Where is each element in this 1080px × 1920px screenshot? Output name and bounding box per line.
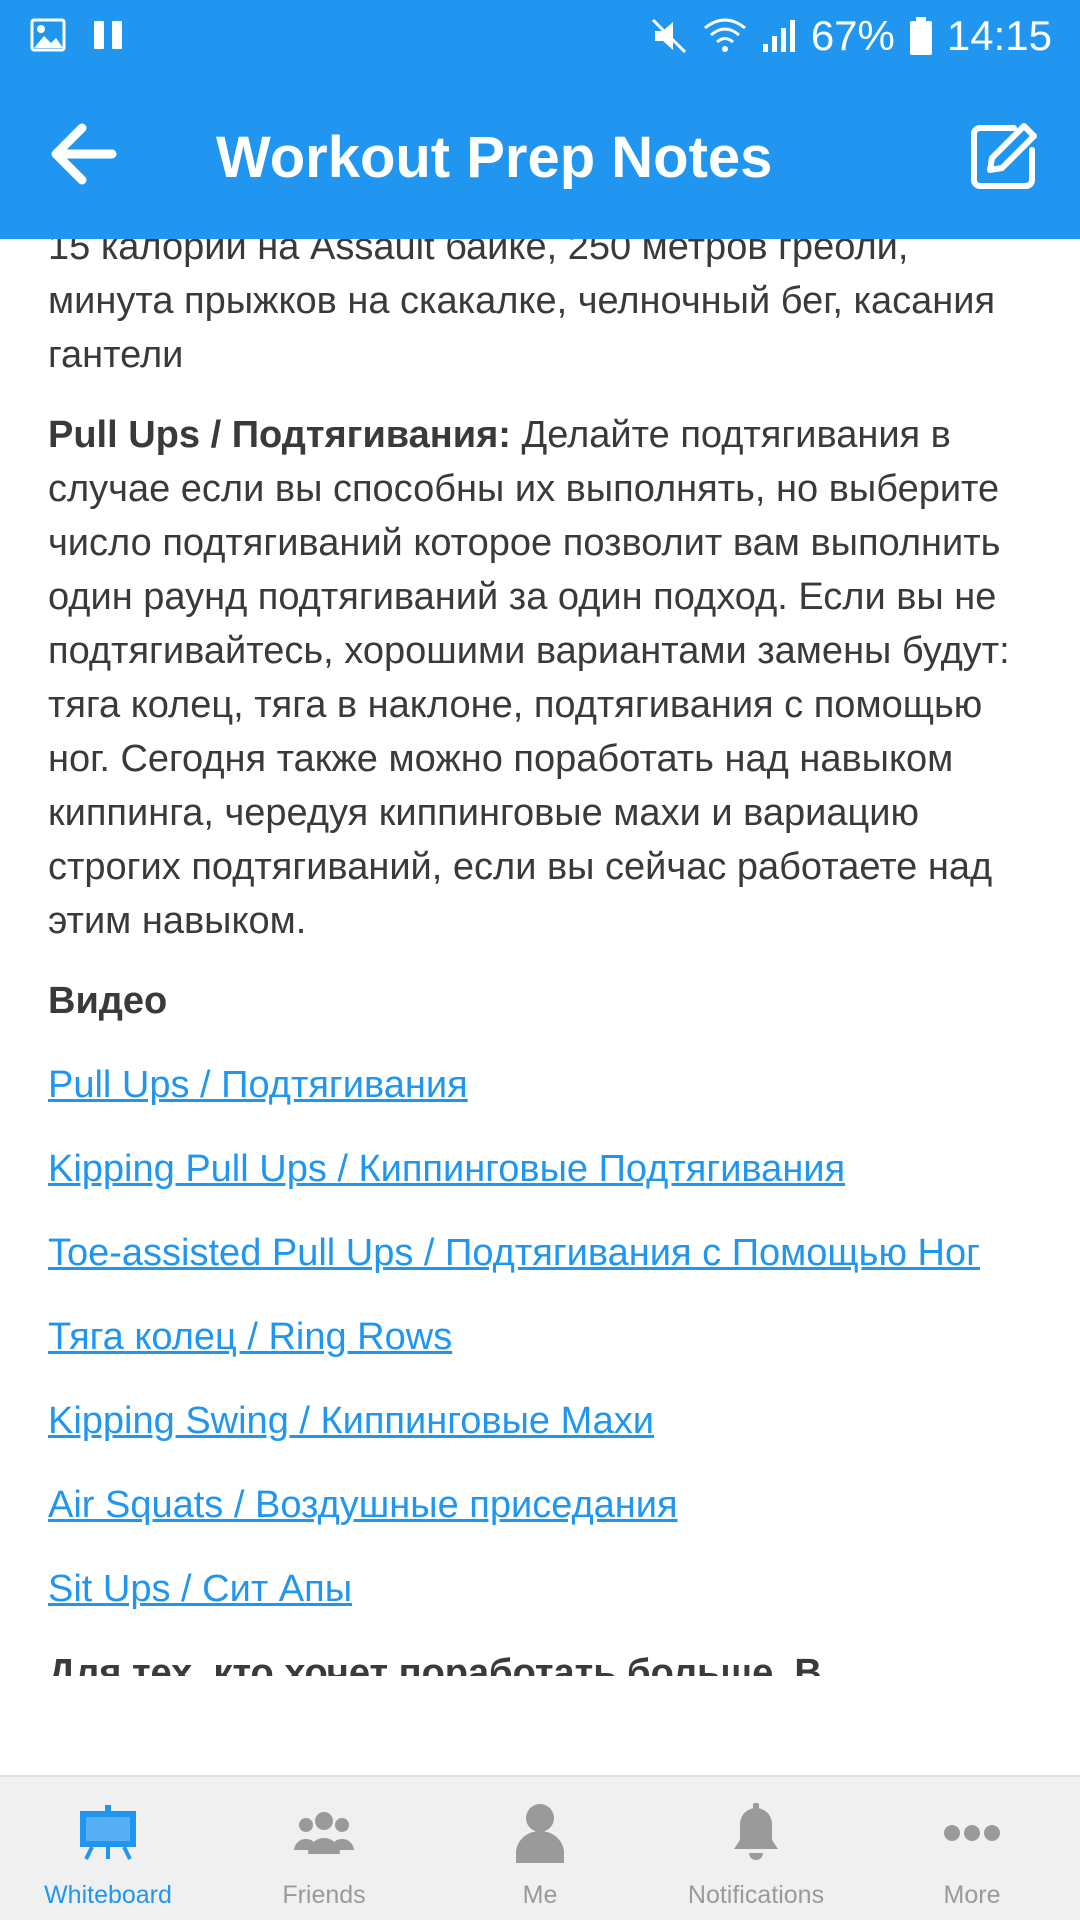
video-link-toe-assisted-pull-ups[interactable]: Toe-assisted Pull Ups / Подтягивания с П… — [48, 1226, 1038, 1280]
more-icon — [936, 1797, 1008, 1869]
arrow-left-icon — [51, 123, 117, 185]
nav-friends-label: Friends — [282, 1881, 366, 1909]
wifi-icon — [703, 16, 747, 56]
cutoff-paragraph: Для тех, кто хочет поработать больше. В — [48, 1652, 822, 1676]
page-title: Workout Prep Notes — [216, 125, 773, 190]
person-icon — [504, 1797, 576, 1869]
battery-percent: 67% — [810, 12, 895, 59]
battery-icon — [909, 16, 933, 56]
video-link-kipping-swing[interactable]: Kipping Swing / Киппинговые Махи — [48, 1394, 1038, 1448]
pullups-paragraph: Pull Ups / Подтягивания: Делайте подтяги… — [48, 408, 1038, 948]
pullups-label: Pull Ups / Подтягивания: — [48, 414, 511, 456]
video-link-ring-rows[interactable]: Тяга колец / Ring Rows — [48, 1310, 1038, 1364]
video-link-kipping-pull-ups[interactable]: Kipping Pull Ups / Киппинговые Подтягива… — [48, 1142, 1038, 1196]
clock: 14:15 — [946, 12, 1052, 59]
back-button[interactable] — [48, 122, 118, 186]
signal-icon — [761, 18, 797, 54]
nav-me[interactable]: Me — [432, 1777, 648, 1920]
nav-friends[interactable]: Friends — [216, 1777, 432, 1920]
friends-icon — [288, 1797, 360, 1869]
nav-notifications-label: Notifications — [687, 1881, 825, 1909]
nav-notifications[interactable]: Notifications — [648, 1777, 864, 1920]
mute-icon — [649, 16, 689, 56]
edit-icon — [971, 123, 1037, 189]
video-link-pull-ups[interactable]: Pull Ups / Подтягивания — [48, 1058, 1038, 1112]
bottom-navigation: Whiteboard Friends Me Notifications More — [0, 1775, 1080, 1920]
video-link-sit-ups[interactable]: Sit Ups / Сит Апы — [48, 1562, 1038, 1616]
pullups-text: Делайте подтягивания в случае если вы сп… — [48, 414, 1010, 942]
pause-notification-icon — [92, 19, 124, 51]
nav-more-label: More — [943, 1881, 1001, 1909]
status-bar: 67% 14:15 — [0, 0, 1080, 72]
edit-button[interactable] — [968, 120, 1040, 192]
intro-paragraph: 15 калории на Assault байке, 250 метров … — [48, 226, 996, 376]
nav-me-label: Me — [522, 1881, 558, 1909]
image-notification-icon — [30, 18, 66, 52]
nav-whiteboard-label: Whiteboard — [44, 1881, 172, 1909]
whiteboard-icon — [72, 1797, 144, 1869]
bell-icon — [720, 1797, 792, 1869]
note-content: 15 калории на Assault байке, 250 метров … — [48, 220, 1038, 1775]
nav-more[interactable]: More — [864, 1777, 1080, 1920]
video-link-air-squats[interactable]: Air Squats / Воздушные приседания — [48, 1478, 1038, 1532]
header: 67% 14:15 Workout Prep Notes — [0, 0, 1080, 239]
video-heading: Видео — [48, 980, 168, 1022]
app-bar: Workout Prep Notes — [0, 72, 1080, 239]
nav-whiteboard[interactable]: Whiteboard — [0, 1777, 216, 1920]
